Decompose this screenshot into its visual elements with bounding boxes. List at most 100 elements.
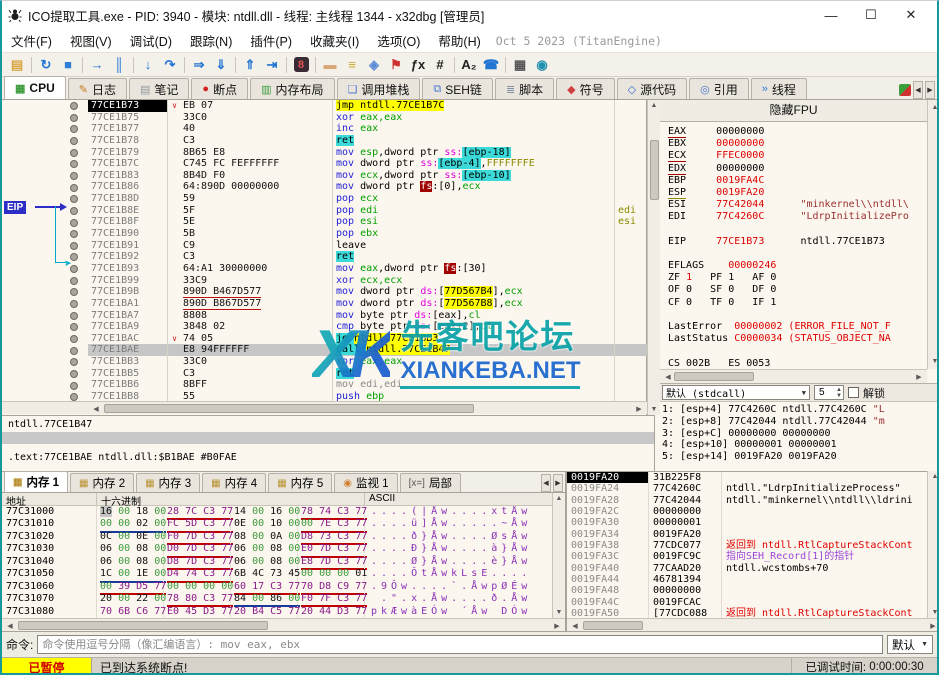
menu-item[interactable]: 帮助(H) xyxy=(429,28,489,53)
handles-icon[interactable] xyxy=(899,84,911,96)
breakpoint-dot[interactable] xyxy=(70,160,78,168)
argument-row[interactable]: 3: [esp+C] 00000000 00000000 xyxy=(660,428,939,440)
tab-线程[interactable]: »线程 xyxy=(751,78,807,99)
stack-row[interactable]: 0019FA50[77CDC088返回到 ntdll.RtlCaptureSta… xyxy=(567,608,927,618)
hex-byte[interactable]: C3 xyxy=(337,506,349,517)
hex-byte[interactable]: 0A xyxy=(270,531,282,542)
register-row[interactable]: LastError 00000002 (ERROR_FILE_NOT_F xyxy=(668,321,927,333)
register-row[interactable] xyxy=(668,224,927,236)
disasm-row[interactable]: 77CE1BB5C3ret xyxy=(88,368,647,380)
argument-row[interactable]: 2: [esp+8] 77C42044 ntdll.77C42044 "m xyxy=(660,416,939,428)
tab-引用[interactable]: ◎引用 xyxy=(689,78,749,99)
breakpoint-dot[interactable] xyxy=(70,125,78,133)
menu-item[interactable]: 跟踪(N) xyxy=(181,28,241,53)
hex-byte[interactable]: 80 xyxy=(185,593,197,604)
tab-CPU[interactable]: ▦CPU xyxy=(4,76,66,99)
hex-byte[interactable]: 00 xyxy=(118,568,130,579)
stack-row[interactable]: 0019FA2031B225F8 xyxy=(567,472,927,483)
scroll-thumb[interactable] xyxy=(104,404,474,413)
stack-row[interactable]: 0019FA2877C42044ntdll."minkernel\\ntdll\… xyxy=(567,495,927,506)
hex-byte[interactable]: 78 xyxy=(301,506,313,517)
dump-hscrollbar[interactable]: ◀ ▶ xyxy=(2,618,565,631)
breakpoint-dot[interactable] xyxy=(70,370,78,378)
hex-byte[interactable]: 08 xyxy=(136,556,148,567)
stack-row[interactable]: 0019FA340019FA20 xyxy=(567,529,927,540)
disasm-row[interactable]: 77CE1B91C9leave xyxy=(88,240,647,252)
hex-byte[interactable]: D8 xyxy=(167,556,179,567)
hex-byte[interactable]: D3 xyxy=(203,606,215,617)
stop-icon[interactable]: ■ xyxy=(57,55,79,75)
stack-row[interactable]: 0019FA2477C4260Cntdll."LdrpInitializePro… xyxy=(567,483,927,494)
register-row[interactable]: EDX 00000000 xyxy=(668,163,927,175)
hex-byte[interactable]: 00 xyxy=(118,543,130,554)
register-row[interactable] xyxy=(668,248,927,260)
run-to-return-icon[interactable]: ⇒ xyxy=(188,55,210,75)
handheld-icon[interactable]: ☎ xyxy=(480,55,502,75)
disasm-row[interactable]: 77CE1BA78808mov byte ptr ds:[eax],cl xyxy=(88,310,647,322)
disassembly-vscrollbar[interactable]: ▲ ▼ xyxy=(647,100,660,415)
hex-byte[interactable]: C6 xyxy=(136,606,148,617)
run-to-user-code-icon[interactable]: ⇥ xyxy=(261,55,283,75)
hex-byte[interactable]: 00 xyxy=(118,506,130,517)
stack-row[interactable]: 0019FA3877CDC077返回到 ntdll.RtlCaptureStac… xyxy=(567,540,927,551)
register-row[interactable]: OF 0 SF 0 DF 0 xyxy=(668,284,927,296)
tab-符号[interactable]: ◆符号 xyxy=(556,78,614,99)
disasm-row[interactable]: 77CE1B7740inc eax xyxy=(88,123,647,135)
dump-tab-内存 3[interactable]: ▦内存 3 xyxy=(136,473,200,492)
scroll-left-arrow[interactable]: ◀ xyxy=(4,622,16,630)
close-button[interactable]: ✕ xyxy=(891,7,931,23)
disasm-row[interactable]: 77CE1B9364:A1 30000000mov eax,dword ptr … xyxy=(88,263,647,275)
breakpoint-dot[interactable] xyxy=(70,242,78,250)
tab-SEH链[interactable]: ⧉SEH链 xyxy=(422,78,493,99)
scroll-down-arrow[interactable]: ▼ xyxy=(929,358,939,365)
disasm-row[interactable]: 77CE1B8F5Epop esiesi xyxy=(88,216,647,228)
scroll-left-arrow[interactable]: ◀ xyxy=(662,373,674,381)
hex-byte[interactable]: 10 xyxy=(270,518,282,529)
scroll-up-arrow[interactable]: ▲ xyxy=(929,104,939,111)
hex-byte[interactable]: 7D xyxy=(319,556,331,567)
disasm-row[interactable]: 77CE1B9B890D B467D577mov dword ptr ds:[7… xyxy=(88,286,647,298)
tabs-scroll-left[interactable]: ◀ xyxy=(913,81,923,99)
tabs-scroll-right[interactable]: ▶ xyxy=(925,81,935,99)
hex-byte[interactable]: 16 xyxy=(100,506,112,517)
run-icon[interactable]: → xyxy=(86,55,108,75)
hex-byte[interactable]: 0E xyxy=(136,531,148,542)
hex-byte[interactable]: 00 xyxy=(252,593,264,604)
stack-row[interactable]: 0019FA3C0019FC9C指向SEH_Record[1]的指针 xyxy=(567,551,927,562)
hex-byte[interactable]: 70 xyxy=(100,606,112,617)
hex-byte[interactable]: D8 xyxy=(301,531,313,542)
scroll-thumb[interactable] xyxy=(583,621,643,630)
argument-row[interactable]: 4: [esp+10] 00000001 00000001 xyxy=(660,439,939,451)
hex-byte[interactable]: 6B xyxy=(118,606,130,617)
hex-byte[interactable]: 44 xyxy=(319,606,331,617)
hex-byte[interactable]: D4 xyxy=(167,568,179,579)
breakpoint-dot[interactable] xyxy=(70,102,78,110)
register-row[interactable]: ECX FFEC0000 xyxy=(668,150,927,162)
hex-byte[interactable]: 14 xyxy=(234,506,246,517)
hex-byte[interactable]: 86 xyxy=(270,593,282,604)
hex-byte[interactable]: 06 xyxy=(234,543,246,554)
hex-byte[interactable]: C3 xyxy=(337,593,349,604)
hex-byte[interactable]: 5D xyxy=(185,518,197,529)
scroll-up-arrow[interactable]: ▲ xyxy=(648,102,660,109)
disasm-row[interactable]: 77CE1B8664:890D 00000000mov dword ptr fs… xyxy=(88,181,647,193)
hex-byte[interactable]: 17 xyxy=(252,581,264,592)
hex-byte[interactable]: 00 xyxy=(118,593,130,604)
register-row[interactable]: ESI 77C42044 "minkernel\\ntdll\ xyxy=(668,199,927,211)
hex-byte[interactable]: 00 xyxy=(118,531,130,542)
dump-row[interactable]: 77C3107020 00 22 0078 80 C3 7784 00 86 0… xyxy=(2,593,552,605)
disasm-row[interactable]: 77CE1B7CC745 FC FEFFFFFFmov dword ptr ss… xyxy=(88,158,647,170)
breakpoint-dot[interactable] xyxy=(70,335,78,343)
breakpoint-dot[interactable] xyxy=(70,323,78,331)
hex-byte[interactable]: C3 xyxy=(203,593,215,604)
scroll-thumb[interactable] xyxy=(18,621,268,630)
hex-byte[interactable]: C9 xyxy=(337,581,349,592)
hex-byte[interactable]: 73 xyxy=(270,568,282,579)
register-row[interactable]: ESP 0019FA20 xyxy=(668,187,927,199)
menu-item[interactable]: 调试(D) xyxy=(121,28,181,53)
hex-byte[interactable]: 7D xyxy=(185,531,197,542)
breakpoint-dot[interactable] xyxy=(70,253,78,261)
disasm-row[interactable]: 77CE1BAEE8 94FFFFFFcall ntdll.77CE1B47 xyxy=(88,344,647,356)
step-out-icon[interactable]: ⇓ xyxy=(210,55,232,75)
dump-row[interactable]: 77C310200C 00 0E 00F0 7D C3 7708 00 0A 0… xyxy=(2,531,552,543)
